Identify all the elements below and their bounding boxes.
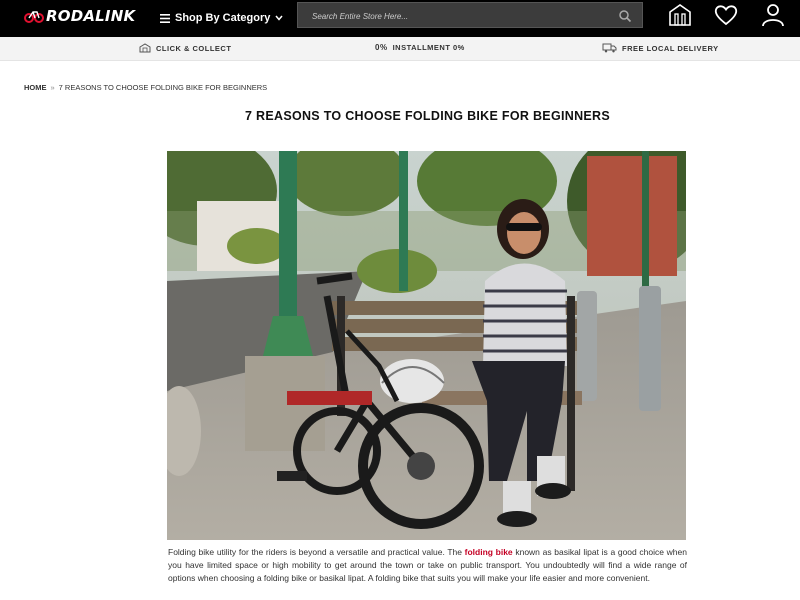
free-delivery-item[interactable]: FREE LOCAL DELIVERY [602, 43, 719, 53]
click-and-collect-label: CLICK & COLLECT [156, 43, 232, 53]
logo-text: RODALINK [46, 7, 136, 25]
installment-label: INSTALLMENT 0% [392, 43, 465, 52]
chevron-down-icon [275, 15, 283, 21]
rodalink-logo[interactable]: RODALINK [24, 6, 135, 26]
store-icon[interactable] [667, 2, 693, 28]
article-intro-paragraph: Folding bike utility for the riders is b… [168, 546, 687, 585]
free-delivery-label: FREE LOCAL DELIVERY [622, 43, 719, 53]
breadcrumb-separator: » [50, 83, 55, 92]
user-icon[interactable] [760, 2, 786, 28]
woman-with-folding-bike-photo [167, 151, 686, 540]
percent-icon: 0% [375, 43, 388, 52]
breadcrumb-home-link[interactable]: HOME [24, 83, 47, 92]
article-title: 7 REASONS TO CHOOSE FOLDING BIKE FOR BEG… [245, 109, 610, 123]
article-hero-image [167, 151, 686, 540]
heart-icon[interactable] [713, 2, 739, 28]
search-icon[interactable] [618, 9, 632, 23]
service-strip: CLICK & COLLECT 0% INSTALLMENT 0% FREE L… [0, 37, 800, 61]
para-text-before: Folding bike utility for the riders is b… [168, 547, 465, 557]
bike-logo-icon [24, 11, 44, 23]
store-small-icon [139, 43, 151, 53]
truck-icon [602, 43, 617, 53]
top-header: RODALINK Shop By Category [0, 0, 800, 37]
search-box [297, 2, 643, 28]
hamburger-icon [160, 13, 170, 23]
breadcrumb: HOME » 7 REASONS TO CHOOSE FOLDING BIKE … [24, 83, 267, 92]
installment-item[interactable]: 0% INSTALLMENT 0% [375, 43, 465, 52]
shop-by-category-button[interactable]: Shop By Category [160, 8, 283, 28]
category-label: Shop By Category [175, 12, 271, 24]
search-input[interactable] [312, 8, 612, 24]
breadcrumb-current: 7 REASONS TO CHOOSE FOLDING BIKE FOR BEG… [58, 83, 268, 92]
folding-bike-link[interactable]: folding bike [465, 547, 513, 557]
click-and-collect-item[interactable]: CLICK & COLLECT [139, 43, 231, 53]
